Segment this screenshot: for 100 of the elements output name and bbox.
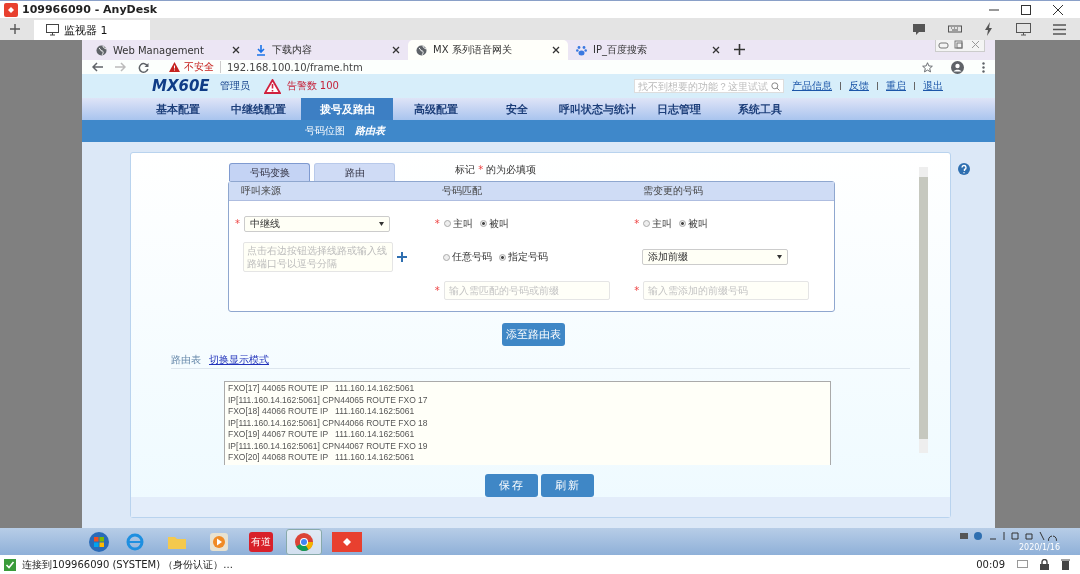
radio-icon[interactable] (479, 220, 487, 227)
radio-icon[interactable] (443, 220, 451, 227)
connection-status: 连接到109966090 (SYSTEM) （身份认证）... (22, 557, 233, 572)
reload-icon[interactable] (138, 61, 149, 73)
radio-icon[interactable] (498, 253, 506, 261)
route-entry: FXO[19] 44067 ROUTE IP 111.160.14.162:5061 (228, 429, 416, 441)
add-tab-icon[interactable] (10, 24, 20, 34)
back-icon[interactable] (92, 62, 103, 72)
route-entry: FXO[17] 44065 ROUTE IP 111.160.14.162:5061 (228, 383, 416, 395)
scrollbar[interactable] (919, 167, 928, 453)
radio-icon[interactable] (643, 220, 651, 227)
taskbar-app[interactable]: 有道 (244, 529, 278, 554)
nav-tab[interactable]: 日志管理 (638, 98, 719, 120)
radio-option[interactable]: 被叫 (679, 216, 709, 231)
session-tab[interactable]: 监视器 1 (34, 20, 150, 40)
route-list-field[interactable] (224, 381, 831, 465)
alarm-icon[interactable] (263, 78, 281, 94)
action-button[interactable]: 刷新 (541, 474, 594, 497)
route-entry: IP[111.160.14.162:5061] CPN44066 ROUTE FXO 18 (228, 417, 429, 429)
chat-icon[interactable] (1017, 559, 1028, 570)
monitor-icon[interactable] (1016, 22, 1031, 36)
window-title: 109966090 - AnyDesk (22, 3, 158, 16)
header-link[interactable]: 产品信息 (792, 79, 832, 93)
header-link[interactable]: 重启 (886, 79, 906, 93)
form-tab[interactable]: 号码变换 (229, 163, 310, 181)
taskbar-app[interactable] (286, 528, 322, 555)
close-tab-icon[interactable] (392, 46, 400, 54)
tray-date: 2020/1/16 (1018, 543, 1060, 552)
chat-icon[interactable] (912, 22, 926, 36)
chrome-icon (294, 531, 314, 552)
account-icon[interactable] (951, 60, 964, 74)
add-to-route-button[interactable]: 添至路由表 (502, 323, 565, 346)
header-link[interactable]: 反馈 (849, 79, 869, 93)
radio-option[interactable]: 被叫 (479, 216, 509, 231)
window-controls-drawing (935, 40, 985, 52)
session-timer: 00:09 (976, 559, 1005, 570)
radio-icon[interactable] (442, 253, 450, 261)
action-button[interactable]: 保存 (485, 474, 538, 497)
route-entry: FXO[20] 44068 ROUTE IP 111.160.14.162:5061 (228, 452, 416, 464)
browser-tab[interactable]: Web Management (88, 40, 248, 60)
column-header: 号码匹配 (441, 184, 483, 198)
change-type-select[interactable]: 添加前缀 (642, 249, 789, 265)
url-text[interactable]: 192.168.100.10/frame.htm (227, 61, 363, 73)
remote-app-icon (332, 531, 362, 552)
search-icon[interactable] (771, 81, 780, 91)
column-header: 需变更的号码 (642, 184, 704, 198)
browser-tab[interactable]: IP_百度搜索 (568, 40, 728, 60)
form-tab[interactable]: 路由 (314, 163, 395, 181)
nav-tab[interactable]: 系统工具 (719, 98, 800, 120)
radio-option[interactable]: 主叫 (443, 216, 473, 231)
nav-tab[interactable]: 拨号及路由 (301, 98, 393, 120)
subnav-link[interactable]: 路由表 (355, 124, 385, 138)
close-tab-icon[interactable] (712, 46, 720, 54)
required-mark: * (434, 285, 440, 296)
new-tab-icon[interactable] (734, 44, 745, 55)
alarm-count[interactable]: 告警数 100 (286, 79, 339, 93)
radio-icon[interactable] (679, 220, 687, 227)
trash-icon[interactable] (1061, 559, 1070, 570)
close-icon[interactable] (1052, 3, 1064, 16)
help-icon[interactable] (958, 163, 970, 175)
nav-tab[interactable]: 高级配置 (395, 98, 476, 120)
required-mark: * (634, 285, 640, 296)
security-label[interactable]: 不安全 (184, 60, 214, 74)
radio-option[interactable]: 主叫 (643, 216, 673, 231)
taskbar-app[interactable] (330, 529, 364, 554)
more-icon[interactable] (982, 61, 985, 73)
nav-tab[interactable]: 中继线配置 (218, 98, 299, 120)
star-icon[interactable] (922, 61, 933, 73)
required-mark: * (434, 218, 440, 229)
route-entry: IP[111.160.14.162:5061] CPN44065 ROUTE FXO 17 (228, 394, 429, 406)
required-mark: * (634, 218, 640, 229)
add-icon[interactable] (397, 252, 407, 262)
monitor-icon (46, 24, 59, 36)
radio-option[interactable]: 任意号码 (442, 250, 492, 264)
nav-tab[interactable]: 呼叫状态与统计 (557, 98, 638, 120)
toggle-view-link[interactable]: 切换显示模式 (209, 353, 269, 367)
close-tab-icon[interactable] (552, 46, 560, 54)
maximize-icon[interactable] (1020, 3, 1032, 16)
close-tab-icon[interactable] (232, 46, 240, 54)
header-link[interactable]: 退出 (923, 79, 943, 93)
column-header: 呼叫来源 (240, 184, 282, 198)
keyboard-icon[interactable] (948, 24, 962, 34)
menu-icon[interactable] (1053, 23, 1066, 35)
radio-option[interactable]: 指定号码 (498, 250, 548, 264)
user-role: 管理员 (219, 79, 250, 93)
nav-tab[interactable]: 基本配置 (137, 98, 218, 120)
section-title: 路由表 (171, 353, 201, 367)
dropdown-icon (379, 221, 384, 226)
start-icon[interactable] (88, 530, 110, 553)
lock-icon[interactable] (1040, 559, 1049, 570)
lightning-icon[interactable] (984, 22, 994, 36)
browser-tab[interactable]: 下载内容 (248, 40, 408, 60)
dictionary-app-label: 有道 (249, 531, 273, 552)
connected-icon (4, 558, 16, 571)
subnav-link[interactable]: 号码位图 (305, 124, 345, 138)
browser-tab[interactable]: MX 系列语音网关 (408, 40, 568, 60)
source-select[interactable]: 中继线 (244, 215, 390, 232)
dropdown-icon (777, 255, 783, 259)
paw-icon (576, 44, 587, 56)
nav-tab[interactable]: 安全 (476, 98, 557, 120)
